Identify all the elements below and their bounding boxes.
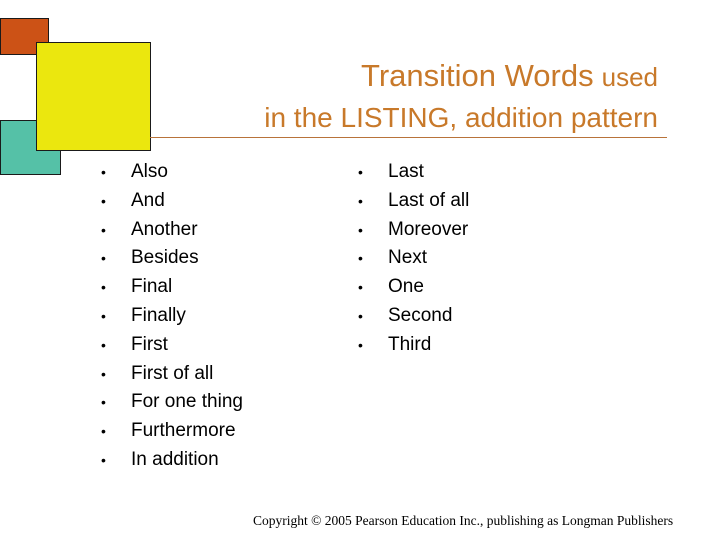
list-item-text: And (131, 189, 165, 211)
left-word-list: • Also • And • Another • Besides • Final • Finally •… (101, 158, 243, 475)
list-item: • Another (101, 216, 243, 245)
list-item-text: For one thing (131, 391, 243, 413)
bullet-icon: • (358, 336, 363, 353)
bullet-icon: • (358, 221, 363, 238)
list-item-text: Next (388, 247, 428, 269)
list-item-text: In addition (131, 448, 219, 470)
list-item-text: Moreover (388, 218, 469, 240)
list-item: • Next (358, 244, 469, 273)
list-item-text: First of all (131, 362, 214, 384)
title-suffix: used (601, 62, 658, 92)
list-item: • First (101, 331, 243, 360)
bullet-icon: • (358, 164, 363, 180)
bullet-icon: • (101, 365, 106, 382)
list-item: • Finally (101, 302, 243, 331)
list-item: • For one thing (101, 388, 243, 417)
slide-title-line1: Transition Words used (361, 58, 658, 94)
list-item: • Besides (101, 244, 243, 273)
bullet-icon: • (358, 250, 363, 267)
bullet-icon: • (101, 221, 106, 238)
right-word-list: • Last • Last of all • Moreover • Next • One • Seco… (358, 158, 469, 360)
list-item-text: One (388, 276, 424, 298)
list-item: • Last of all (358, 187, 469, 216)
bullet-icon: • (101, 336, 106, 353)
list-item: • Third (358, 331, 469, 360)
bullet-icon: • (101, 394, 106, 411)
list-item: • Final (101, 273, 243, 302)
slide-title-line2: in the LISTING, addition pattern (264, 102, 658, 133)
bullet-icon: • (101, 192, 106, 209)
title-main: Transition Words (361, 58, 594, 93)
list-item: • And (101, 187, 243, 216)
list-item-text: Third (388, 333, 432, 355)
list-item-text: Furthermore (131, 420, 236, 442)
bullet-icon: • (101, 423, 106, 440)
list-item-text: Last (388, 161, 424, 182)
list-item: • Last (358, 158, 469, 187)
list-item-text: First (131, 333, 168, 355)
list-item-text: Final (131, 276, 173, 298)
list-item-text: Second (388, 304, 453, 326)
list-item: • Furthermore (101, 417, 243, 446)
bullet-icon: • (358, 307, 363, 324)
bullet-icon: • (101, 279, 106, 296)
bullet-icon: • (101, 307, 106, 324)
list-item-text: Another (131, 218, 198, 240)
bullet-icon: • (101, 250, 106, 267)
bullet-icon: • (101, 164, 106, 180)
list-item: • In addition (101, 446, 243, 475)
list-item: • Second (358, 302, 469, 331)
list-item: • First of all (101, 360, 243, 389)
list-item-text: Besides (131, 247, 199, 269)
title-underline-divider (150, 137, 667, 138)
list-item: • One (358, 273, 469, 302)
list-item: • Moreover (358, 216, 469, 245)
list-item-text: Last of all (388, 189, 470, 211)
bullet-icon: • (358, 192, 363, 209)
list-item-text: Finally (131, 304, 186, 326)
list-item: • Also (101, 158, 243, 187)
bullet-icon: • (358, 279, 363, 296)
bullet-icon: • (101, 451, 106, 468)
decorative-yellow-square (36, 42, 151, 151)
list-item-text: Also (131, 161, 168, 182)
copyright-footer: Copyright © 2005 Pearson Education Inc.,… (253, 513, 674, 528)
